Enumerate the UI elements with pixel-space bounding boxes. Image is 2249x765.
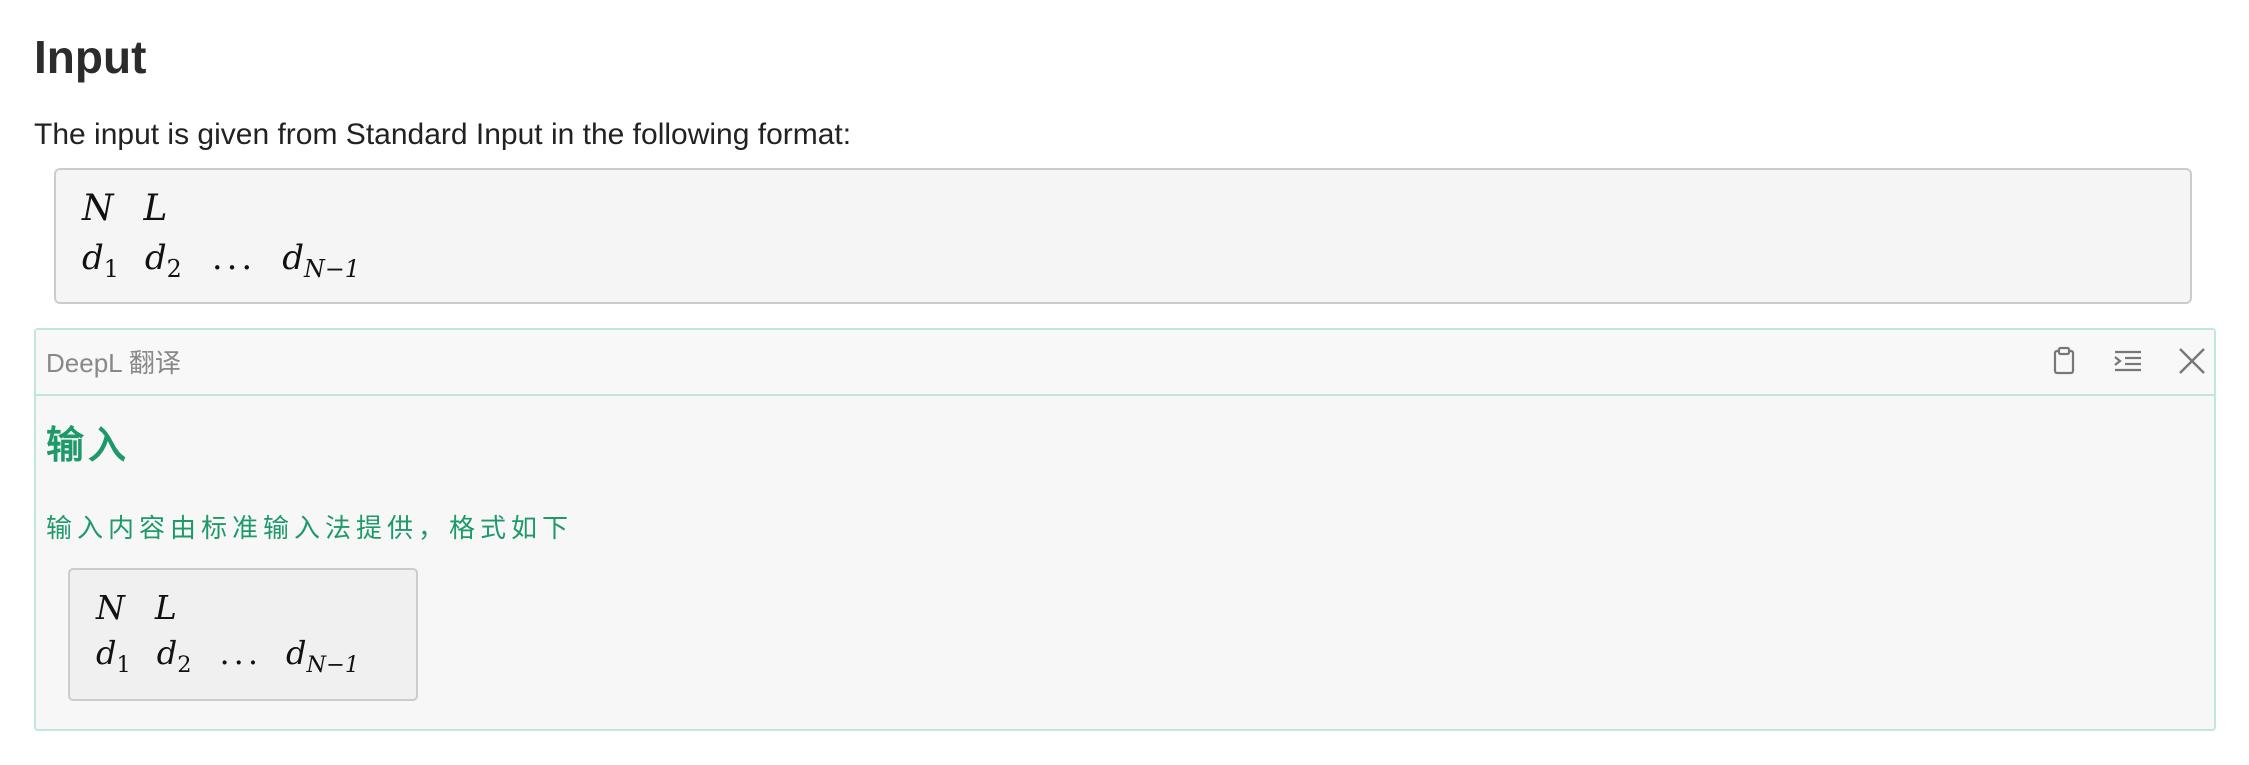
section-heading: Input bbox=[34, 31, 147, 83]
format-line-1: NL bbox=[82, 188, 167, 229]
translated-format-line-2: d1 d2... dN−1 bbox=[96, 634, 360, 678]
input-section: Input The input is given from Standard I… bbox=[34, 24, 2215, 154]
clipboard-icon[interactable] bbox=[2047, 344, 2081, 378]
var-l: L bbox=[154, 588, 177, 627]
var-l: L bbox=[143, 188, 168, 229]
translated-format-box: NL d1 d2... dN−1 bbox=[68, 568, 418, 701]
var-dlast: dN−1 bbox=[285, 634, 360, 678]
translation-panel-header: DeepL 翻译 bbox=[36, 330, 2214, 396]
input-format-box: NL d1 d2... dN−1 bbox=[54, 168, 2192, 304]
var-d2: d2 bbox=[156, 634, 192, 678]
var-n: N bbox=[96, 588, 125, 627]
indent-icon[interactable] bbox=[2111, 344, 2145, 378]
var-dlast: dN−1 bbox=[282, 238, 360, 284]
var-d1: d1 bbox=[82, 238, 119, 284]
var-d2: d2 bbox=[144, 238, 182, 284]
format-line-2: d1 d2... dN−1 bbox=[82, 238, 360, 284]
var-n: N bbox=[82, 188, 114, 229]
translation-panel-title: DeepL 翻译 bbox=[46, 348, 181, 378]
var-d1: d1 bbox=[96, 634, 131, 678]
translation-panel: DeepL 翻译 输入 输入内容由标准输入法提供，格式如下 N L d1 d2 … bbox=[34, 328, 2216, 731]
ellipsis: ... bbox=[211, 238, 257, 278]
ellipsis: ... bbox=[219, 634, 262, 672]
close-icon[interactable] bbox=[2175, 344, 2209, 378]
section-description: The input is given from Standard Input i… bbox=[34, 118, 852, 151]
translated-heading: 输入 bbox=[46, 425, 131, 467]
translated-description: 输入内容由标准输入法提供，格式如下 bbox=[46, 513, 574, 543]
translated-format-line-1: NL bbox=[96, 588, 177, 627]
